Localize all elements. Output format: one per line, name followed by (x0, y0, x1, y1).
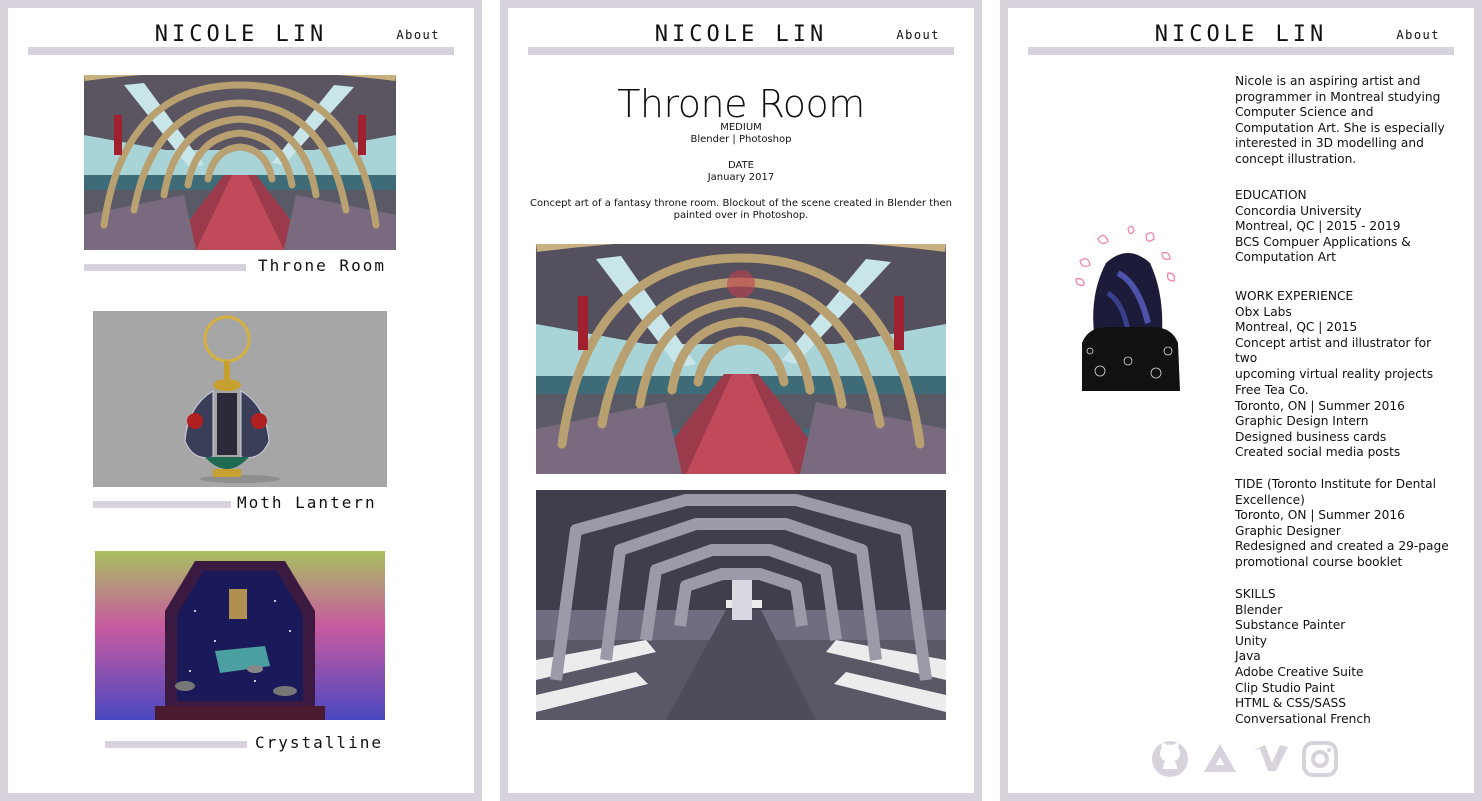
work-line: Free Tea Co. (1235, 383, 1309, 397)
work-line: Graphic Design Intern (1235, 414, 1369, 429)
work-entry-tide: TIDE (Toronto Institute for Dental Excel… (1235, 477, 1455, 571)
skill-item: Unity (1235, 633, 1268, 648)
header-divider (1028, 47, 1454, 55)
work-line: Redesigned and created a 29-page (1235, 539, 1449, 554)
work-section: WORK EXPERIENCE Obx Labs Montreal, QC | … (1235, 289, 1455, 383)
about-link[interactable]: About (1396, 28, 1440, 42)
gallery-card-label[interactable]: Throne Room (258, 256, 386, 275)
work-line: Toronto, ON | Summer 2016 (1235, 398, 1405, 413)
education-line: Montreal, QC | 2015 - 2019 (1235, 219, 1401, 234)
work-line: Toronto, ON | Summer 2016 (1235, 508, 1405, 523)
work-line: Excellence) (1235, 492, 1305, 507)
education-line: BCS Compuer Applications & (1235, 234, 1411, 249)
medium-heading: MEDIUM (720, 122, 762, 133)
skill-item: Adobe Creative Suite (1235, 664, 1364, 679)
work-line: Montreal, QC | 2015 (1235, 320, 1358, 335)
header-divider (528, 47, 954, 55)
gallery-card-label[interactable]: Moth Lantern (237, 493, 377, 512)
skill-item: Clip Studio Paint (1235, 680, 1335, 695)
skill-item: Java (1235, 649, 1261, 664)
about-link[interactable]: About (396, 28, 440, 42)
work-line: TIDE (Toronto Institute for Dental (1235, 477, 1436, 491)
date-value: January 2017 (707, 172, 775, 183)
gallery-card-label[interactable]: Crystalline (255, 733, 383, 752)
work-heading: WORK EXPERIENCE (1235, 289, 1354, 303)
work-entry-free-tea: Free Tea Co. Toronto, ON | Summer 2016 G… (1235, 383, 1455, 461)
gallery-card-underline (84, 264, 246, 271)
date-heading: DATE (727, 160, 754, 171)
gallery-card-underline (93, 501, 231, 508)
skills-section: SKILLS Blender Substance Painter Unity J… (1235, 587, 1455, 727)
work-line: Concept artist and illustrator for two (1235, 335, 1432, 366)
social-links (1150, 739, 1340, 779)
instagram-icon[interactable] (1300, 739, 1340, 779)
skill-item: Substance Painter (1235, 618, 1346, 633)
work-line: upcoming virtual reality projects (1235, 366, 1434, 381)
project-title: Throne Room (617, 82, 865, 126)
crystalline-thumbnail[interactable] (95, 551, 385, 720)
skills-heading: SKILLS (1235, 587, 1276, 601)
project-description-line2: painted over in Photoshop. (673, 210, 809, 221)
throne-room-thumbnail[interactable] (84, 75, 396, 250)
moth-lantern-thumbnail[interactable] (93, 311, 387, 487)
education-section: EDUCATION Concordia University Montreal,… (1235, 188, 1455, 266)
vimeo-icon[interactable] (1250, 739, 1290, 779)
work-line: promotional course booklet (1235, 554, 1403, 569)
work-line: Created social media posts (1235, 445, 1401, 460)
about-page: NICOLE LIN About Nicole is an aspiring a… (1000, 0, 1482, 801)
gallery-card-throne-room[interactable]: Throne Room (84, 75, 396, 285)
project-page: NICOLE LIN About Throne Room MEDIUM Blen… (500, 0, 982, 801)
work-line: Graphic Designer (1235, 523, 1341, 538)
education-line: Computation Art (1235, 250, 1336, 265)
skill-item: Conversational French (1235, 711, 1371, 726)
education-heading: EDUCATION (1235, 188, 1307, 202)
education-line: Concordia University (1235, 203, 1362, 218)
throne-room-painting (536, 244, 946, 474)
gallery-card-underline (105, 741, 247, 748)
medium-value: Blender | Photoshop (690, 134, 792, 145)
work-line: Obx Labs (1235, 304, 1292, 319)
project-description-line1: Concept art of a fantasy throne room. Bl… (530, 198, 952, 209)
skill-item: Blender (1235, 602, 1283, 617)
portrait-illustration (1068, 223, 1188, 395)
skill-item: HTML & CSS/SASS (1235, 696, 1347, 711)
about-link[interactable]: About (896, 28, 940, 42)
gallery-page: NICOLE LIN About Throne Room Moth Lanter… (0, 0, 482, 801)
header-divider (28, 47, 454, 55)
github-icon[interactable] (1150, 739, 1190, 779)
bio-intro: Nicole is an aspiring artist and program… (1235, 74, 1445, 166)
throne-room-blockout (536, 490, 946, 720)
artstation-icon[interactable] (1200, 739, 1240, 779)
gallery-card-moth-lantern[interactable]: Moth Lantern (93, 311, 387, 521)
work-line: Designed business cards (1235, 429, 1387, 444)
gallery-card-crystalline[interactable]: Crystalline (95, 551, 387, 761)
